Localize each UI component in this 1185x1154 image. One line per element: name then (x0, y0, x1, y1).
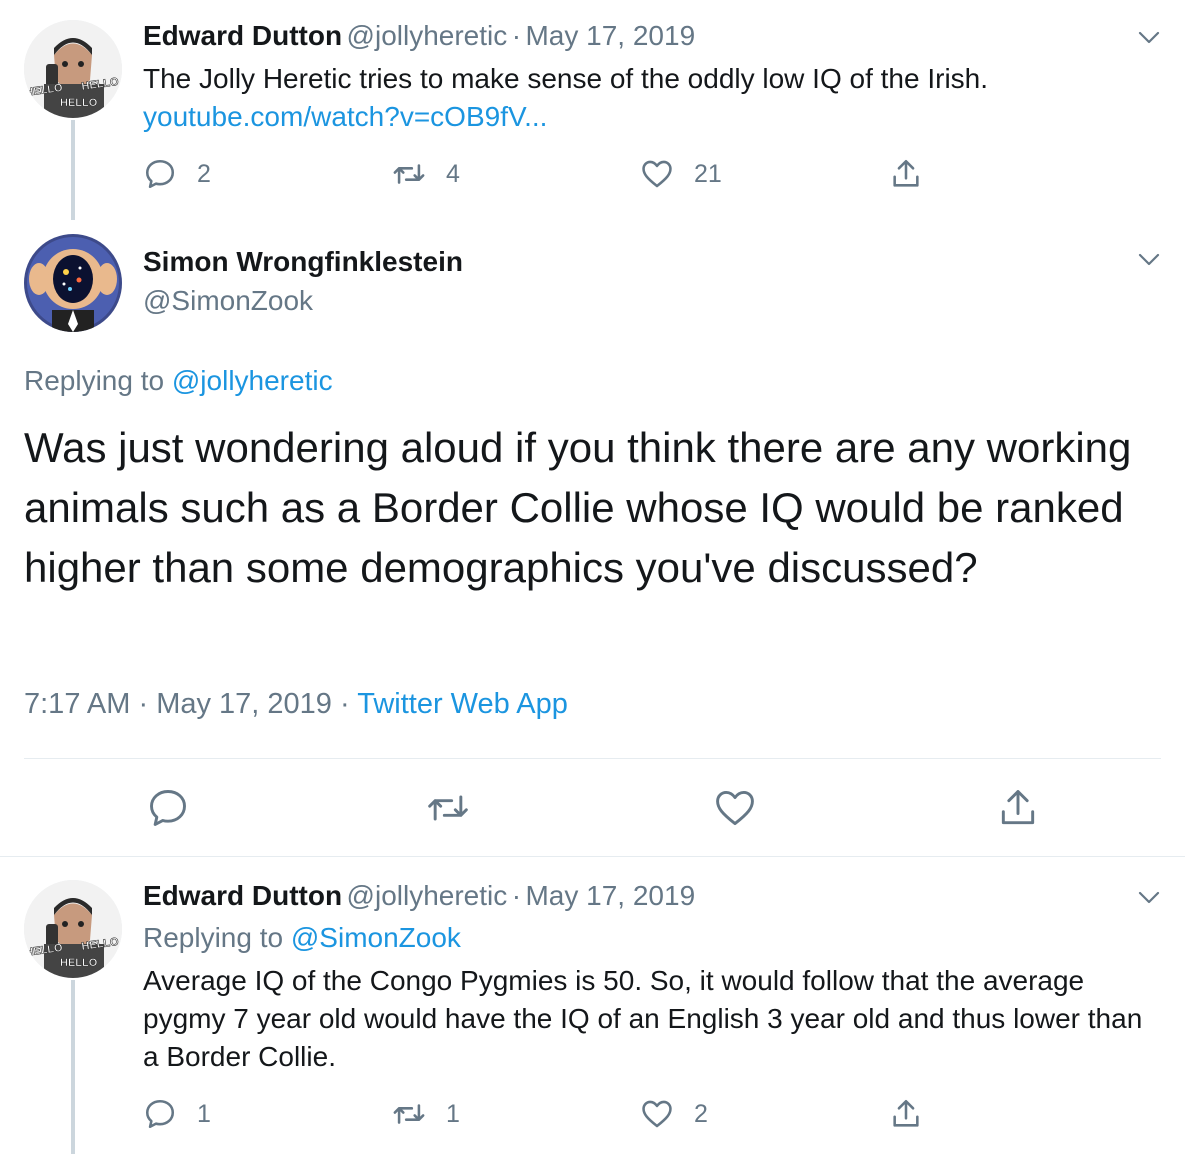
author-name[interactable]: Simon Wrongfinklestein (143, 246, 463, 278)
tweet-3-header: Edward Dutton @jollyheretic · May 17, 20… (143, 880, 695, 912)
chevron-down-icon[interactable] (1137, 885, 1161, 909)
heart-icon (642, 1100, 672, 1128)
like-count: 2 (694, 1099, 708, 1128)
heart-icon (642, 160, 672, 188)
retweet-icon (393, 1104, 425, 1124)
reply-icon (145, 1099, 175, 1129)
avatar-text-3: HELLO (60, 97, 98, 109)
like-button[interactable]: 21 (640, 157, 722, 191)
tweet-meta: 7:17 AM · May 17, 2019 · Twitter Web App (24, 688, 568, 721)
reply-icon[interactable] (146, 786, 190, 830)
avatar-edward-dutton[interactable]: HELLO HELLO HELLO (24, 880, 122, 978)
author-name[interactable]: Edward Dutton (143, 880, 342, 911)
retweet-count: 1 (446, 1099, 460, 1128)
author-handle[interactable]: @SimonZook (143, 285, 313, 317)
heart-icon[interactable] (713, 786, 757, 830)
reply-button[interactable]: 2 (143, 157, 211, 191)
replying-to-label: Replying to (24, 365, 165, 396)
thread-line-bottom (71, 980, 75, 1154)
tweet-date[interactable]: May 17, 2019 (525, 20, 695, 51)
tweet-link[interactable]: youtube.com/watch?v=cOB9fV... (143, 98, 1143, 136)
retweet-button[interactable]: 1 (392, 1097, 460, 1131)
tweet-1-body: The Jolly Heretic tries to make sense of… (143, 60, 1143, 136)
tweet-source[interactable]: Twitter Web App (357, 688, 568, 720)
author-name[interactable]: Edward Dutton (143, 20, 342, 51)
avatar-text-3: HELLO (60, 957, 98, 969)
retweet-icon[interactable] (426, 786, 470, 830)
share-icon[interactable] (996, 786, 1040, 830)
separator: · (511, 880, 522, 911)
tweet-text: The Jolly Heretic tries to make sense of… (143, 63, 989, 94)
tweet-date[interactable]: May 17, 2019 (525, 880, 695, 911)
tweet-text: Was just wondering aloud if you think th… (24, 424, 1132, 591)
share-icon (893, 159, 919, 187)
share-icon (893, 1099, 919, 1127)
author-handle[interactable]: @jollyheretic (347, 880, 508, 911)
reply-count: 2 (197, 159, 211, 188)
chevron-down-icon[interactable] (1137, 247, 1161, 271)
separator: · (340, 688, 350, 720)
tweet-time[interactable]: 7:17 AM (24, 688, 130, 720)
separator: · (511, 20, 522, 51)
separator: · (138, 688, 149, 720)
share-button[interactable] (889, 1097, 943, 1131)
retweet-icon (393, 164, 425, 184)
reply-icon (145, 159, 175, 189)
replying-to-handle[interactable]: @SimonZook (291, 922, 461, 953)
like-count: 21 (694, 159, 722, 188)
divider (0, 856, 1185, 857)
like-button[interactable]: 2 (640, 1097, 708, 1131)
chevron-down-icon[interactable] (1137, 25, 1161, 49)
share-button[interactable] (889, 157, 943, 191)
avatar-simon-wrongfinklestein[interactable] (24, 234, 122, 332)
replying-to-label: Replying to (143, 922, 284, 953)
replying-to: Replying to @SimonZook (143, 922, 461, 954)
avatar-edward-dutton[interactable]: HELLO HELLO HELLO (24, 20, 122, 118)
reply-button[interactable]: 1 (143, 1097, 211, 1131)
retweet-button[interactable]: 4 (392, 157, 460, 191)
reply-count: 1 (197, 1099, 211, 1128)
replying-to-handle[interactable]: @jollyheretic (172, 365, 333, 396)
tweet-date[interactable]: May 17, 2019 (156, 688, 332, 720)
thread-line-top (71, 120, 75, 220)
retweet-count: 4 (446, 159, 460, 188)
author-handle[interactable]: @jollyheretic (347, 20, 508, 51)
tweet-text: Average IQ of the Congo Pygmies is 50. S… (143, 965, 1143, 1072)
replying-to: Replying to @jollyheretic (24, 365, 333, 397)
tweet-1-header: Edward Dutton @jollyheretic · May 17, 20… (143, 20, 695, 52)
divider (24, 758, 1161, 759)
